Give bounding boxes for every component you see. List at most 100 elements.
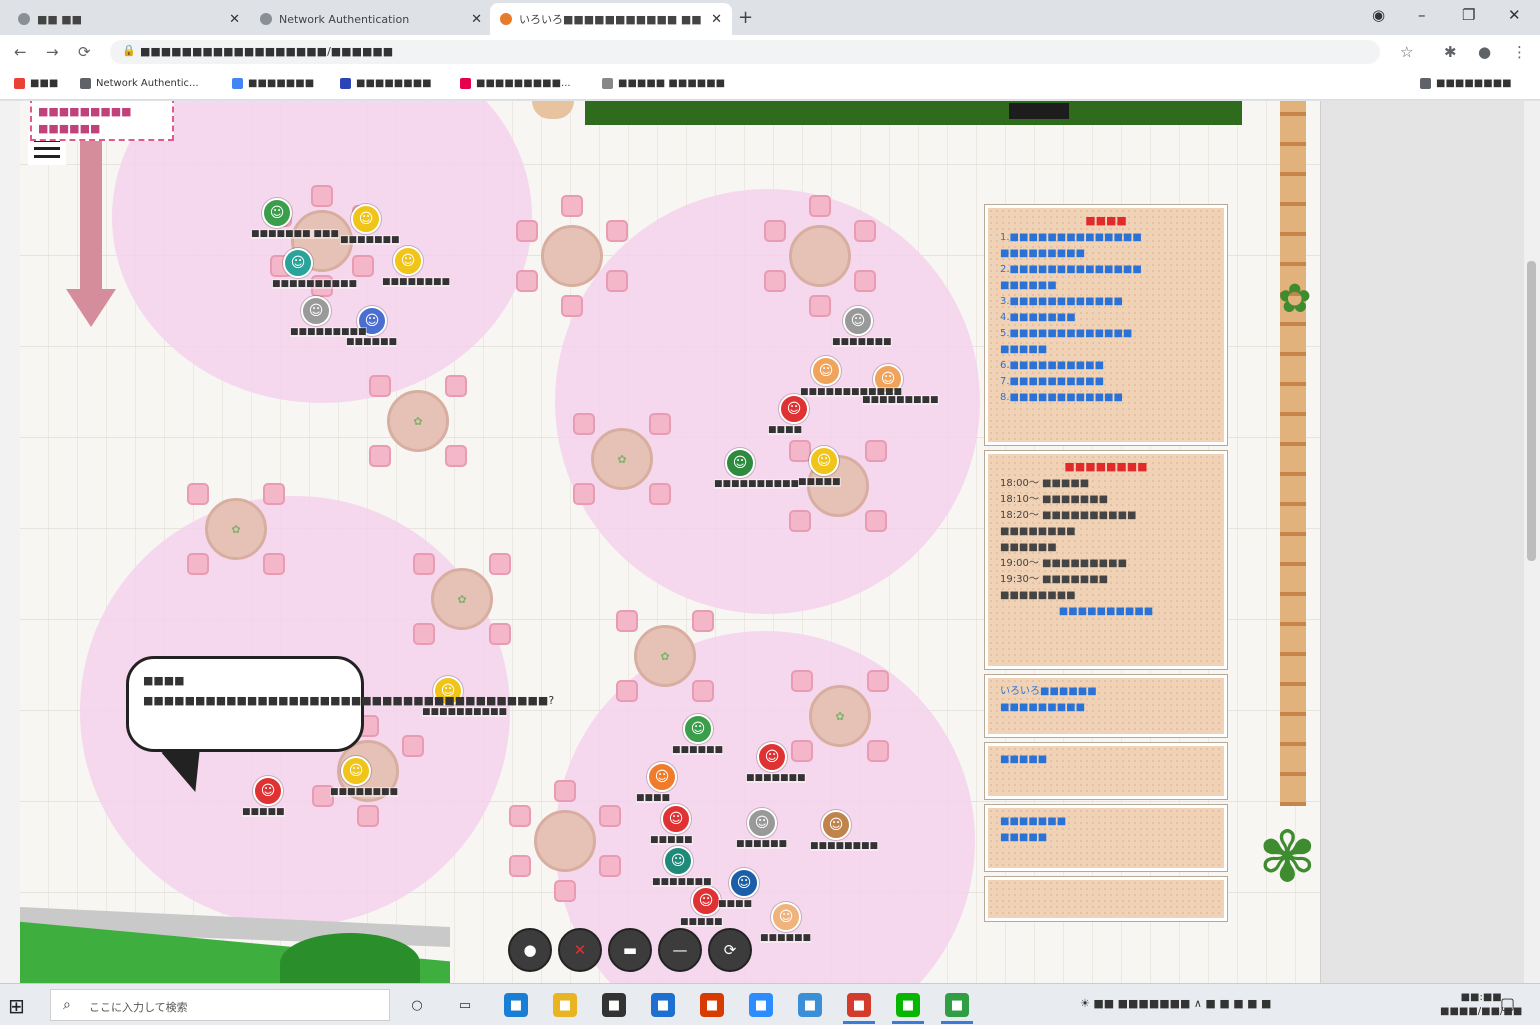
chat-button[interactable]: — <box>658 928 702 972</box>
table[interactable] <box>534 810 596 872</box>
chair[interactable] <box>516 270 538 292</box>
chair[interactable] <box>187 553 209 575</box>
chair[interactable] <box>311 185 333 207</box>
user-avatar[interactable]: ☺ <box>661 804 691 834</box>
tab-close-icon[interactable]: ✕ <box>471 12 482 27</box>
files-taskbar-icon[interactable]: ■ <box>553 993 577 1017</box>
forward-icon[interactable]: → <box>46 43 59 61</box>
chair[interactable] <box>369 375 391 397</box>
user-avatar[interactable]: ☺ <box>811 356 841 386</box>
chair[interactable] <box>352 255 374 277</box>
chair[interactable] <box>809 195 831 217</box>
panel-link[interactable]: 3.■■■■■■■■■■■■ <box>1000 294 1212 310</box>
table[interactable]: ✿ <box>387 390 449 452</box>
user-avatar[interactable]: ☺ <box>663 846 693 876</box>
chair[interactable] <box>357 805 379 827</box>
chair[interactable] <box>809 295 831 317</box>
chair[interactable] <box>789 440 811 462</box>
panel-link[interactable]: 2.■■■■■■■■■■■■■■ <box>1000 262 1212 278</box>
bookmark-apps[interactable]: ■■■ <box>14 78 58 89</box>
user-avatar[interactable]: ☺ <box>821 810 851 840</box>
chair[interactable] <box>509 855 531 877</box>
chair[interactable] <box>692 680 714 702</box>
user-avatar[interactable]: ☺ <box>725 448 755 478</box>
panel-link[interactable]: ■■■■■■ <box>1000 278 1212 294</box>
tab-1[interactable]: ■■ ■■ ✕ <box>8 3 250 35</box>
panel-link[interactable]: 4.■■■■■■■ <box>1000 310 1212 326</box>
user-avatar[interactable]: ☺ <box>729 868 759 898</box>
bookmark-4[interactable]: ■■■■■■■■ <box>340 78 432 89</box>
close-window-button[interactable]: ✕ <box>1508 6 1521 24</box>
user-avatar[interactable]: ☺ <box>747 808 777 838</box>
chair[interactable] <box>791 670 813 692</box>
bookmark-3[interactable]: ■■■■■■■ <box>232 78 314 89</box>
chair[interactable] <box>561 295 583 317</box>
profile-icon[interactable]: ◉ <box>1372 6 1385 24</box>
chair[interactable] <box>867 670 889 692</box>
chair[interactable] <box>402 735 424 757</box>
chair[interactable] <box>789 510 811 532</box>
chair[interactable] <box>413 553 435 575</box>
panel-agenda[interactable]: ■■■■ 1.■■■■■■■■■■■■■■ ■■■■■■■■■ 2.■■■■■■… <box>985 205 1227 445</box>
panel-link[interactable]: 6.■■■■■■■■■■ <box>1000 358 1212 374</box>
star-icon[interactable]: ☆ <box>1400 43 1413 61</box>
chair[interactable] <box>599 805 621 827</box>
chair[interactable] <box>606 270 628 292</box>
panel-link-2[interactable]: ■■■■■ <box>985 743 1227 799</box>
tab-2[interactable]: Network Authentication ✕ <box>250 3 492 35</box>
table[interactable]: ✿ <box>431 568 493 630</box>
chair[interactable] <box>369 445 391 467</box>
virtual-space-viewport[interactable]: ✿ ✾ ✿ ✿ ✿ ✿ ✿ ✿ ■■■■■■■■■ ■■■■■■ ☺ ■■■■■… <box>0 101 1540 983</box>
chair[interactable] <box>263 553 285 575</box>
screen-share-button[interactable]: ▬ <box>608 928 652 972</box>
tab-close-icon[interactable]: ✕ <box>229 12 240 27</box>
user-avatar[interactable]: ☺ <box>757 742 787 772</box>
url-input[interactable]: 🔒 ■■■■■■■■■■■■■■■■■■/■■■■■■ <box>110 40 1380 64</box>
panel-link[interactable]: ■■■■■■■■■ <box>1000 246 1212 262</box>
user-avatar[interactable]: ☺ <box>341 756 371 786</box>
panel-link[interactable]: 8.■■■■■■■■■■■■ <box>1000 390 1212 406</box>
scrollbar-thumb[interactable] <box>1527 261 1536 561</box>
chair[interactable] <box>554 880 576 902</box>
task-view-icon[interactable]: ▭ <box>453 993 477 1017</box>
line-taskbar-icon[interactable]: ■ <box>892 993 924 1024</box>
chair[interactable] <box>764 270 786 292</box>
user-avatar[interactable]: ☺ <box>843 306 873 336</box>
taskbar-search-input[interactable]: ⌕ ここに入力して検索 <box>50 989 390 1021</box>
camera-button[interactable]: ● <box>508 928 552 972</box>
user-avatar[interactable]: ☺ <box>779 394 809 424</box>
user-avatar[interactable]: ☺ <box>683 714 713 744</box>
chair[interactable] <box>263 483 285 505</box>
table[interactable]: ✿ <box>809 685 871 747</box>
user-avatar[interactable]: ☺ <box>253 776 283 806</box>
bookmark-6[interactable]: ■■■■■ ■■■■■■ <box>602 78 725 89</box>
user-avatar[interactable]: ☺ <box>647 762 677 792</box>
user-avatar[interactable]: ☺ <box>283 248 313 278</box>
user-avatar[interactable]: ☺ <box>262 198 292 228</box>
chair[interactable] <box>187 483 209 505</box>
store-taskbar-icon[interactable]: ■ <box>602 993 626 1017</box>
minimize-button[interactable]: – <box>1418 6 1426 24</box>
program-link[interactable]: ■■■■■■■■■■ <box>1000 604 1212 620</box>
chair[interactable] <box>791 740 813 762</box>
new-tab-button[interactable]: + <box>738 7 753 28</box>
chair[interactable] <box>616 610 638 632</box>
chair[interactable] <box>854 270 876 292</box>
chair[interactable] <box>649 413 671 435</box>
chair[interactable] <box>649 483 671 505</box>
panel-link[interactable]: ■■■■■■■ <box>1000 814 1212 830</box>
chair[interactable] <box>692 610 714 632</box>
panel-link[interactable]: 1.■■■■■■■■■■■■■■ <box>1000 230 1212 246</box>
chair[interactable] <box>489 623 511 645</box>
panel-link[interactable]: ■■■■■ <box>1000 830 1212 846</box>
chair[interactable] <box>554 780 576 802</box>
windows-start-icon[interactable]: ⊞ <box>8 994 25 1018</box>
chair[interactable] <box>509 805 531 827</box>
office-taskbar-icon[interactable]: ■ <box>700 993 724 1017</box>
back-icon[interactable]: ← <box>14 43 27 61</box>
chair[interactable] <box>489 553 511 575</box>
mail-taskbar-icon[interactable]: ■ <box>651 993 675 1017</box>
panel-link-3[interactable]: ■■■■■■■ ■■■■■ <box>985 805 1227 871</box>
panel-link-1[interactable]: いろいろ■■■■■■ ■■■■■■■■■ <box>985 675 1227 737</box>
chair[interactable] <box>616 680 638 702</box>
